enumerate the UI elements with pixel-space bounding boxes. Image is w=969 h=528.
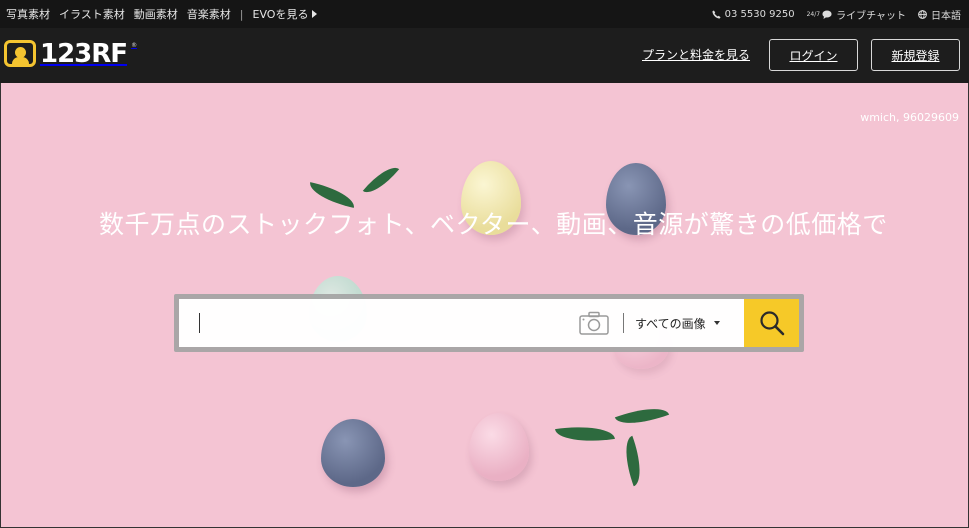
support-hours: 24/7 <box>806 10 821 18</box>
hero-image-leaf <box>555 421 615 447</box>
live-chat[interactable]: 24/7 ライブチャット <box>807 7 906 22</box>
hero-banner: wmich, 96029609 数千万点のストックフォト、ベクター、動画、音源が… <box>0 83 969 528</box>
chevron-down-icon <box>713 321 720 325</box>
image-credit: wmich, 96029609 <box>860 111 959 124</box>
camera-icon <box>579 311 609 335</box>
evo-link[interactable]: EVOを見る <box>253 6 318 22</box>
camera-logo-icon <box>4 40 36 67</box>
search-input[interactable] <box>203 309 563 337</box>
search-field: すべての画像 <box>179 299 744 347</box>
hero-image-egg <box>469 413 529 481</box>
nav-music[interactable]: 音楽素材 <box>187 6 231 22</box>
top-utility-bar: 写真素材 イラスト素材 動画素材 音楽素材 | EVOを見る 03 5530 9… <box>0 0 969 28</box>
plans-pricing-link[interactable]: プランと料金を見る <box>642 46 750 63</box>
support-bar: 03 5530 9250 24/7 ライブチャット 日本語 <box>712 0 961 28</box>
hero-image-egg <box>321 419 385 487</box>
signup-button[interactable]: 新規登録 <box>871 39 960 71</box>
login-button[interactable]: ログイン <box>769 39 858 71</box>
nav-photos[interactable]: 写真素材 <box>6 6 50 22</box>
logo[interactable]: 123RF ® <box>4 40 137 67</box>
search-icon <box>759 311 784 336</box>
search-bar: すべての画像 <box>174 294 804 352</box>
evo-link-label: EVOを見る <box>252 8 309 21</box>
search-button[interactable] <box>744 299 799 347</box>
category-select[interactable]: すべての画像 <box>635 312 720 334</box>
phone-number: 03 5530 9250 <box>724 8 795 20</box>
hero-image-leaf <box>306 182 358 208</box>
main-header: 123RF ® プランと料金を見る ログイン 新規登録 <box>0 28 969 83</box>
logo-registered-mark: ® <box>131 42 138 49</box>
chat-icon <box>822 10 832 19</box>
content-type-nav: 写真素材 イラスト素材 動画素材 音楽素材 | EVOを見る <box>6 0 318 28</box>
language-selector[interactable]: 日本語 <box>918 7 961 22</box>
hero-headline: 数千万点のストックフォト、ベクター、動画、音源が驚きの低価格で <box>99 210 888 239</box>
category-select-label: すべての画像 <box>635 316 706 331</box>
image-search-button[interactable] <box>579 311 609 335</box>
nav-illustrations[interactable]: イラスト素材 <box>59 6 125 22</box>
text-caret <box>199 313 200 333</box>
hero-image-leaf <box>617 435 649 487</box>
phone-icon <box>712 9 721 19</box>
live-chat-label: ライブチャット <box>836 10 906 22</box>
nav-separator: | <box>239 7 244 21</box>
phone-contact[interactable]: 03 5530 9250 <box>712 9 795 20</box>
logo-text: 123RF <box>40 38 128 69</box>
chevron-right-icon <box>312 10 318 18</box>
language-label: 日本語 <box>931 10 961 22</box>
hero-image-leaf <box>362 160 400 200</box>
hero-image-leaf <box>614 399 670 433</box>
globe-icon <box>918 9 927 19</box>
search-divider <box>623 313 624 333</box>
nav-videos[interactable]: 動画素材 <box>134 6 178 22</box>
